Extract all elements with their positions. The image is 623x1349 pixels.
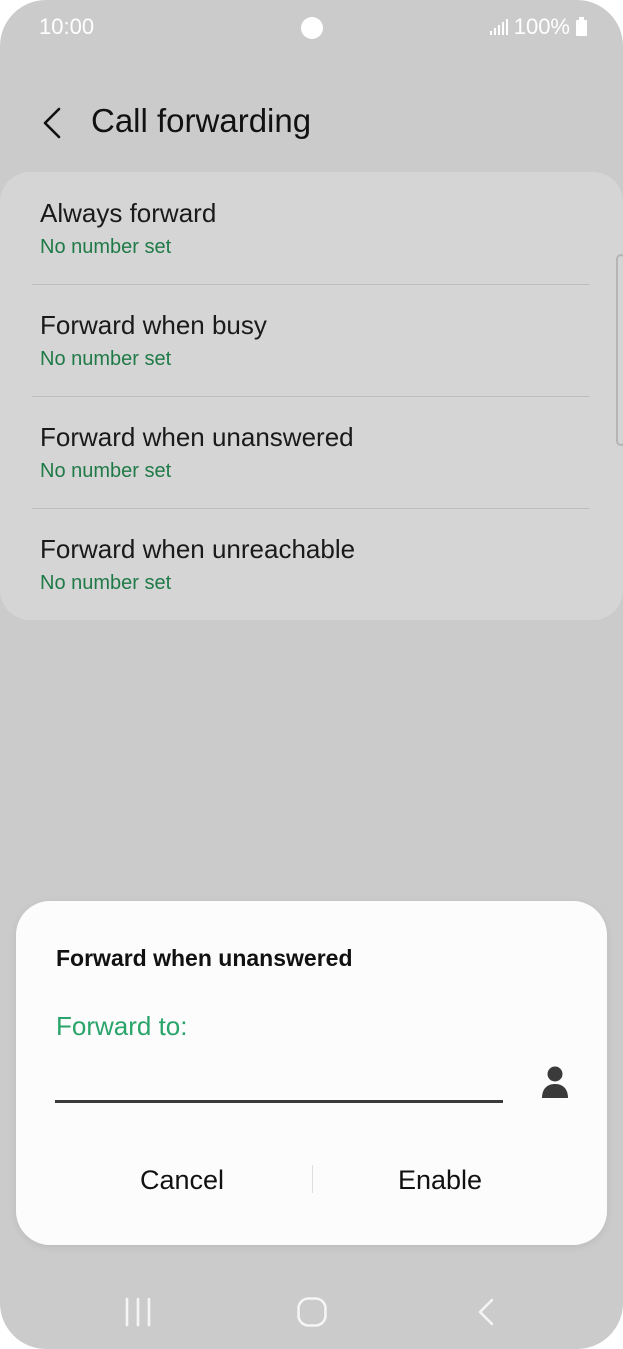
option-forward-when-busy[interactable]: Forward when busy No number set	[32, 284, 590, 396]
page-title: Call forwarding	[91, 102, 312, 139]
cancel-button[interactable]: Cancel	[56, 1145, 308, 1215]
app-header: Call forwarding	[0, 88, 623, 158]
nav-back-button[interactable]	[456, 1290, 516, 1334]
enable-button[interactable]: Enable	[314, 1145, 566, 1215]
status-time: 10:00	[39, 14, 95, 39]
recents-icon	[125, 1297, 151, 1327]
status-bar: 10:00 100%	[0, 0, 623, 56]
back-icon	[478, 1298, 494, 1326]
chevron-left-icon	[43, 107, 61, 139]
dialog-actions: Cancel Enable	[16, 1145, 607, 1215]
option-title: Forward when unreachable	[40, 534, 356, 564]
option-subtitle: No number set	[40, 460, 172, 482]
option-forward-when-unreachable[interactable]: Forward when unreachable No number set	[32, 508, 590, 620]
scrollbar[interactable]	[616, 254, 623, 446]
forward-number-dialog: Forward when unanswered Forward to: Canc…	[16, 901, 607, 1245]
forward-number-input[interactable]	[55, 1051, 503, 1103]
option-forward-when-unanswered[interactable]: Forward when unanswered No number set	[32, 396, 590, 508]
option-title: Always forward	[40, 198, 217, 228]
contact-person-icon	[542, 1066, 568, 1098]
navigation-bar	[0, 1270, 623, 1349]
contacts-button[interactable]	[536, 1061, 574, 1103]
option-subtitle: No number set	[40, 348, 172, 370]
battery-level: 100%	[513, 14, 570, 39]
home-icon	[297, 1297, 327, 1327]
signal-icon	[489, 19, 508, 35]
dialog-title: Forward when unanswered	[56, 945, 353, 971]
option-subtitle: No number set	[40, 572, 172, 594]
forward-to-label: Forward to:	[56, 1011, 188, 1041]
back-button[interactable]	[34, 100, 70, 146]
option-subtitle: No number set	[40, 236, 172, 258]
option-title: Forward when busy	[40, 310, 267, 340]
battery-icon	[576, 17, 587, 36]
option-title: Forward when unanswered	[40, 422, 354, 452]
phone-screen: 10:00 100% Call forwarding Always forwar…	[0, 0, 623, 1349]
action-divider	[312, 1165, 313, 1193]
home-button[interactable]	[282, 1290, 342, 1334]
camera-cutout	[301, 17, 323, 39]
forwarding-options-card: Always forward No number set Forward whe…	[0, 172, 623, 620]
status-icons: 100%	[489, 14, 587, 40]
recents-button[interactable]	[108, 1290, 168, 1334]
option-always-forward[interactable]: Always forward No number set	[32, 172, 590, 284]
